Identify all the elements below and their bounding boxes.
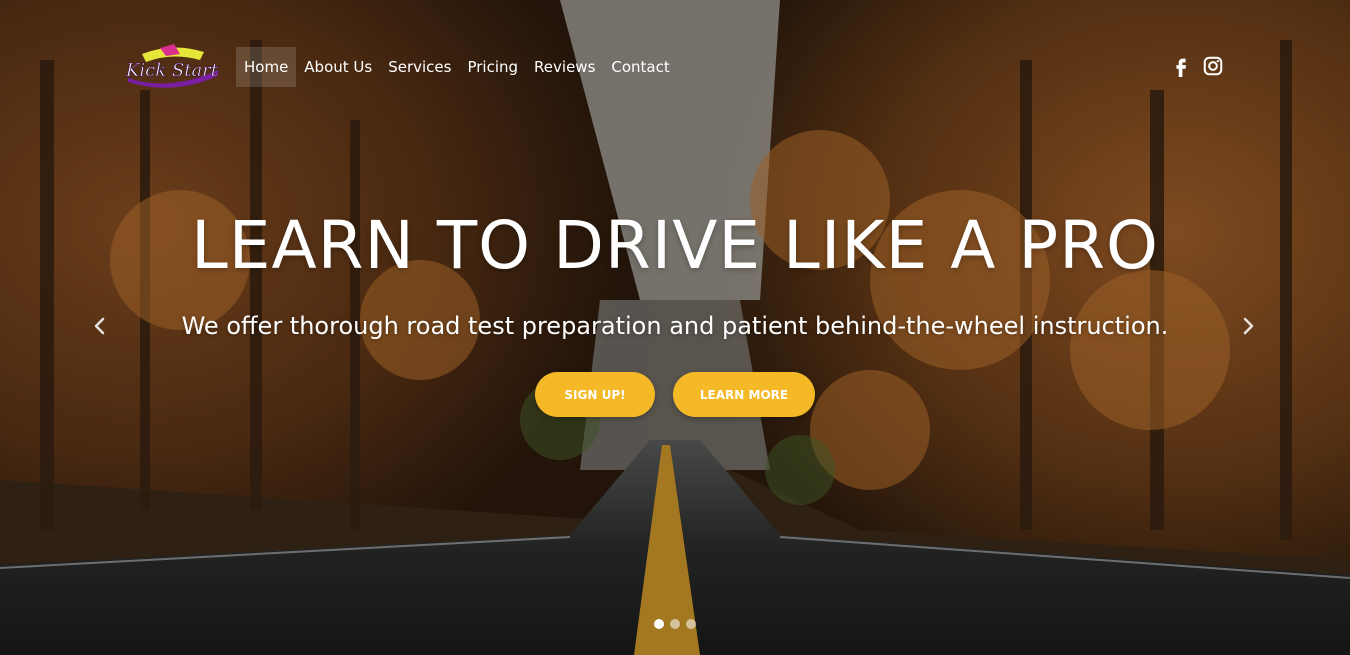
- hero-carousel: Kick Start Home About Us Services Pricin…: [0, 0, 1350, 655]
- nav-reviews[interactable]: Reviews: [526, 47, 603, 87]
- hero-subline: We offer thorough road test preparation …: [181, 312, 1169, 340]
- carousel-next-button[interactable]: [1236, 314, 1260, 338]
- nav-home[interactable]: Home: [236, 47, 297, 87]
- carousel-dot-1[interactable]: [654, 619, 664, 629]
- carousel-dot-2[interactable]: [670, 619, 680, 629]
- nav-about-us[interactable]: About Us: [296, 47, 380, 87]
- carousel-indicators: [654, 619, 696, 629]
- chevron-right-icon: [1243, 317, 1254, 335]
- logo-text: Kick Start: [125, 60, 219, 81]
- social-links: [1170, 55, 1224, 77]
- hero-buttons: SIGN UP! LEARN MORE: [0, 372, 1350, 417]
- sign-up-button[interactable]: SIGN UP!: [535, 372, 655, 417]
- chevron-left-icon: [94, 317, 105, 335]
- kick-start-logo[interactable]: Kick Start: [122, 40, 222, 94]
- main-nav: Home About Us Services Pricing Reviews C…: [236, 47, 678, 87]
- carousel-dot-3[interactable]: [686, 619, 696, 629]
- instagram-icon[interactable]: [1202, 55, 1224, 77]
- nav-pricing[interactable]: Pricing: [459, 47, 526, 87]
- nav-contact[interactable]: Contact: [603, 47, 677, 87]
- facebook-icon[interactable]: [1170, 55, 1192, 77]
- carousel-prev-button[interactable]: [88, 314, 112, 338]
- hero-headline: LEARN TO DRIVE LIKE A PRO: [191, 207, 1159, 284]
- nav-services[interactable]: Services: [380, 47, 459, 87]
- learn-more-button[interactable]: LEARN MORE: [673, 372, 815, 417]
